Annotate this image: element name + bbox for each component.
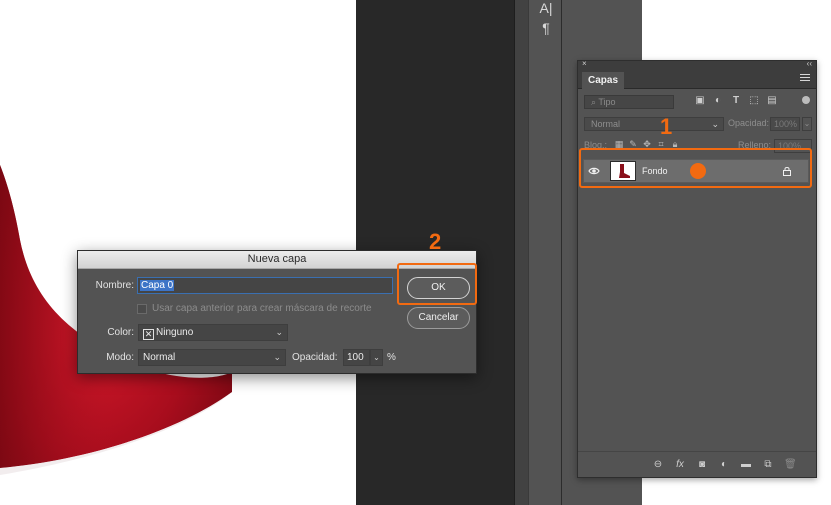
opacity-label: Opacidad: — [292, 352, 338, 363]
tab-capas[interactable]: Capas — [582, 72, 625, 89]
color-value: Ninguno — [156, 327, 194, 338]
panel-menu-icon[interactable] — [800, 74, 810, 84]
cancel-button[interactable]: Cancelar — [407, 307, 470, 329]
opacity-label: Opacidad: — [728, 118, 770, 128]
type-filter-icon[interactable]: T — [730, 95, 742, 107]
mode-value: Normal — [143, 352, 176, 363]
adjustment-icon[interactable]: ◐ — [718, 459, 730, 471]
chevron-down-icon[interactable]: ⌄ — [370, 349, 383, 366]
panel-title-strip[interactable]: × ‹‹ — [578, 59, 816, 71]
layer-filter-row: ⌕ Tipo ▣ ◐ T ⬚ ▤ — [584, 95, 812, 111]
opacity-unit: % — [387, 352, 396, 363]
trash-icon[interactable]: 🗑︎ — [784, 459, 797, 471]
chevron-down-icon[interactable]: ⌄ — [802, 117, 812, 131]
adjustment-filter-icon[interactable]: ◐ — [712, 95, 724, 107]
fx-icon[interactable]: fx — [674, 459, 686, 471]
opacity-input[interactable]: 100 — [343, 349, 370, 366]
link-icon[interactable]: ⊖ — [652, 459, 664, 471]
step-2-label: 2 — [429, 229, 442, 254]
character-panel-icon[interactable]: A| — [538, 0, 554, 16]
dock-divider — [514, 0, 528, 505]
name-value: Capa 0 — [140, 280, 175, 291]
layers-panel-footer: ⊖ fx ◙ ◐ ▬ ⧉ 🗑︎ — [578, 451, 816, 477]
highlight-box-ok — [397, 263, 477, 305]
layer-name-input[interactable]: Capa 0 — [137, 277, 393, 294]
clipping-mask-checkbox[interactable] — [137, 304, 147, 314]
mode-label: Modo: — [106, 352, 134, 363]
highlight-box-layer — [579, 148, 812, 188]
step-1-label: 1 — [660, 114, 673, 139]
blend-mode-value: Normal — [591, 119, 621, 129]
clipping-mask-label: Usar capa anterior para crear máscara de… — [152, 303, 372, 314]
smart-object-filter-icon[interactable]: ▤ — [766, 95, 778, 107]
chevron-down-icon: ⌄ — [711, 119, 719, 129]
panel-tab-bar: Capas — [578, 71, 816, 89]
filter-type-select[interactable]: ⌕ Tipo — [584, 95, 674, 109]
filter-toggle[interactable] — [802, 96, 810, 104]
color-label: Color: — [107, 327, 134, 338]
chevron-down-icon: ⌄ — [275, 327, 283, 337]
mask-icon[interactable]: ◙ — [696, 459, 708, 471]
collapse-icon[interactable]: ‹‹ — [807, 59, 812, 68]
chevron-down-icon: ⌄ — [273, 352, 281, 362]
paragraph-panel-icon[interactable]: ¶ — [538, 20, 554, 36]
opacity-field[interactable]: 100% — [770, 117, 800, 131]
close-icon[interactable]: × — [582, 59, 587, 68]
blend-mode-select[interactable]: Normal ⌄ — [584, 117, 724, 131]
color-select[interactable]: ✕ Ninguno ⌄ — [138, 324, 288, 341]
group-folder-icon[interactable]: ▬ — [740, 459, 752, 471]
layers-panel: × ‹‹ Capas ⌕ Tipo ▣ ◐ T ⬚ ▤ Normal ⌄ Opa… — [577, 59, 817, 478]
mode-select[interactable]: Normal ⌄ — [138, 349, 286, 366]
new-layer-icon[interactable]: ⧉ — [762, 459, 774, 471]
panel-icon-strip: A| ¶ — [528, 0, 562, 505]
blend-row: Normal ⌄ Opacidad: 100% ⌄ — [584, 117, 812, 131]
name-label: Nombre: — [95, 280, 134, 291]
filter-type-label: Tipo — [598, 97, 616, 107]
pixel-filter-icon[interactable]: ▣ — [694, 95, 706, 107]
shape-filter-icon[interactable]: ⬚ — [748, 95, 760, 107]
no-color-icon: ✕ — [143, 329, 154, 340]
